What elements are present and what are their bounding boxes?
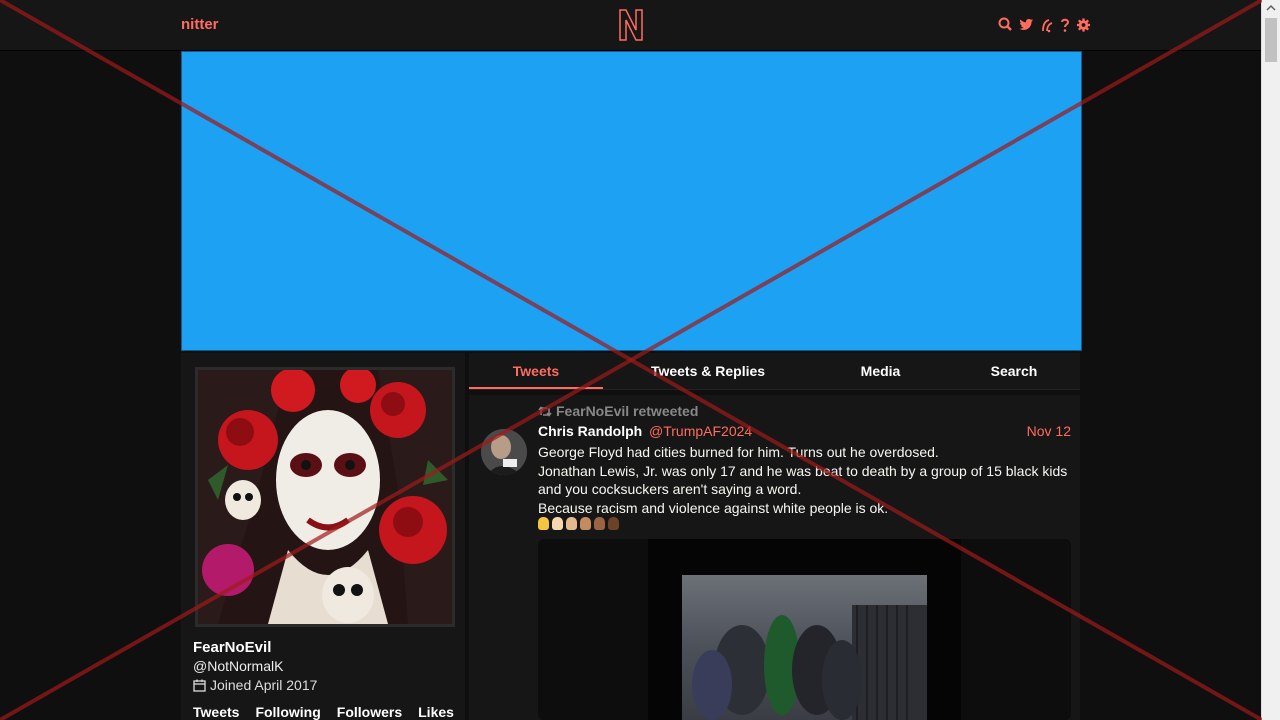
page-scrollbar[interactable] xyxy=(1261,0,1280,720)
tweet-line: George Floyd had cities burned for him. … xyxy=(538,444,939,460)
tweet-line: Jonathan Lewis, Jr. was only 17 and he w… xyxy=(538,462,1068,479)
profile-banner[interactable] xyxy=(181,51,1082,351)
timeline-tabs: Tweets Tweets & Replies Media Search xyxy=(469,353,1080,390)
nitter-home-link[interactable]: nitter xyxy=(181,16,219,33)
stat-followers[interactable]: Followers xyxy=(337,704,402,720)
tweet-date[interactable]: Nov 12 xyxy=(1027,423,1071,439)
middle-finger-emoji-icon xyxy=(580,517,591,530)
tweet-line: Because racism and violence against whit… xyxy=(538,499,889,516)
rss-icon[interactable] xyxy=(1040,17,1054,33)
middle-finger-emoji-icon xyxy=(538,517,549,530)
search-icon[interactable] xyxy=(998,17,1012,33)
tab-search[interactable]: Search xyxy=(977,353,1051,389)
navbar: nitter xyxy=(0,0,1262,51)
tweet-avatar[interactable] xyxy=(481,429,527,475)
retweet-icon xyxy=(538,405,552,417)
nav-icons xyxy=(998,15,1091,35)
tweet-media[interactable] xyxy=(538,539,1071,720)
retweet-label[interactable]: FearNoEvil retweeted xyxy=(556,403,698,419)
stat-following[interactable]: Following xyxy=(255,704,320,720)
middle-finger-emoji-icon xyxy=(608,517,619,530)
joined-date-label: Joined April 2017 xyxy=(210,677,318,693)
tweet-line: and you cocksuckers aren't saying a word… xyxy=(538,481,802,497)
help-icon[interactable] xyxy=(1060,17,1070,33)
timeline-item[interactable]: FearNoEvil retweeted Chris Randolph @Tru… xyxy=(469,395,1080,720)
scroll-up-arrow-icon[interactable] xyxy=(1262,0,1280,16)
profile-avatar[interactable] xyxy=(195,367,455,627)
profile-handle[interactable]: @NotNormalK xyxy=(193,658,283,674)
profile-stats: Tweets Following Followers Likes xyxy=(193,704,454,720)
nitter-logo-icon[interactable] xyxy=(617,8,645,42)
stat-tweets[interactable]: Tweets xyxy=(193,704,239,720)
profile-card: FearNoEvil @NotNormalK Joined April 2017… xyxy=(181,353,465,720)
settings-icon[interactable] xyxy=(1076,17,1091,33)
tweet-username[interactable]: @TrumpAF2024 xyxy=(649,423,752,439)
profile-name[interactable]: FearNoEvil xyxy=(193,639,271,656)
retweet-header: FearNoEvil retweeted xyxy=(538,403,698,419)
video-thumbnail[interactable] xyxy=(682,575,927,720)
middle-finger-emoji-icon xyxy=(552,517,563,530)
calendar-icon xyxy=(193,679,206,692)
tab-media[interactable]: Media xyxy=(839,353,922,389)
tweet-fullname[interactable]: Chris Randolph xyxy=(538,423,642,439)
twitter-icon[interactable] xyxy=(1018,17,1034,33)
stat-likes[interactable]: Likes xyxy=(418,704,454,720)
tab-tweets[interactable]: Tweets xyxy=(469,353,603,389)
scroll-thumb[interactable] xyxy=(1265,18,1277,62)
middle-finger-emoji-row xyxy=(538,517,619,530)
profile-joined: Joined April 2017 xyxy=(193,677,317,693)
middle-finger-emoji-icon xyxy=(566,517,577,530)
tweet-content: George Floyd had cities burned for him. … xyxy=(538,443,1073,517)
tab-tweets-replies[interactable]: Tweets & Replies xyxy=(639,353,777,389)
middle-finger-emoji-icon xyxy=(594,517,605,530)
